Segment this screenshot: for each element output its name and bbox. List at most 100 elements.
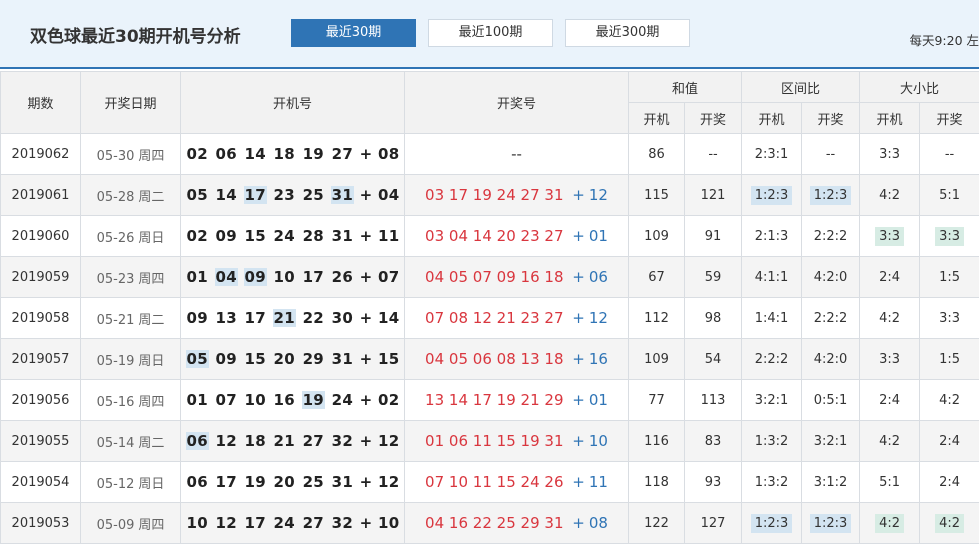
col-zone-draw: 开奖	[801, 102, 861, 134]
machine-red-ball: 09	[243, 268, 268, 286]
size-draw-value: 3:3	[935, 226, 964, 246]
results-table: 期数 开奖日期 开机号 开奖号 和值 区间比 大小比 开机 开奖 开机 开奖 开…	[0, 71, 979, 544]
draw-number-cell: 07 08 12 21 23 27 +12	[404, 297, 629, 339]
weekday: 周日	[138, 230, 165, 246]
zone-draw-cell: 2:2:2	[801, 215, 861, 257]
draw-red-ball: 26	[544, 473, 564, 491]
draw-red-ball: 25	[496, 514, 516, 532]
col-sum-machine: 开机	[628, 102, 685, 134]
draw-red-ball: 16	[520, 268, 540, 286]
draw-number-cell: --	[404, 133, 629, 175]
machine-red-ball: 21	[272, 309, 297, 327]
zone-machine-cell: 1:2:3	[741, 174, 803, 216]
machine-red-ball: 27	[331, 145, 354, 163]
zone-draw-cell: 0:5:1	[801, 379, 861, 421]
machine-red-ball: 15	[244, 350, 267, 368]
period-cell: 2019062	[0, 133, 81, 175]
zone-machine-value: 3:2:1	[754, 392, 789, 408]
machine-number-cell: 02 06 14 18 19 27 + 08	[180, 133, 405, 175]
page-header: 双色球最近30期开机号分析 最近30期 最近100期 最近300期 每天9:20…	[0, 0, 979, 69]
machine-red-ball: 24	[273, 227, 296, 245]
weekday: 周四	[138, 148, 165, 164]
machine-red-ball: 09	[186, 309, 208, 327]
machine-red-ball: 15	[244, 227, 267, 245]
draw-red-ball: 03	[425, 227, 445, 245]
size-draw-value: 2:4	[939, 433, 960, 449]
sum-machine-cell: 86	[628, 133, 685, 175]
date-cell: 05-21 周二	[80, 297, 181, 339]
draw-date: 05-19	[96, 353, 135, 369]
draw-red-ball: 06	[448, 432, 468, 450]
machine-blue-ball: 10	[378, 514, 400, 532]
date-cell: 05-09 周四	[80, 502, 181, 544]
machine-red-ball: 28	[302, 227, 325, 245]
date-cell: 05-30 周四	[80, 133, 181, 175]
size-machine-value: 4:2	[879, 433, 900, 449]
draw-date: 05-26	[96, 230, 135, 246]
size-machine-value: 4:2	[879, 187, 900, 203]
draw-blue-ball: 01	[588, 391, 608, 409]
draw-red-ball: 04	[425, 514, 445, 532]
sum-machine-cell: 116	[628, 420, 685, 462]
plus-sign: +	[359, 227, 373, 245]
tab-recent-30[interactable]: 最近30期	[291, 19, 416, 47]
machine-red-ball: 17	[215, 473, 237, 491]
date-cell: 05-16 周四	[80, 379, 181, 421]
draw-date: 05-12	[96, 476, 135, 492]
machine-red-ball: 17	[244, 309, 267, 327]
machine-blue-ball: 15	[378, 350, 400, 368]
machine-number-cell: 09 13 17 21 22 30 + 14	[180, 297, 405, 339]
plus-sign: +	[359, 473, 373, 491]
zone-draw-value: 4:2:0	[813, 269, 848, 285]
sum-draw-cell: 93	[683, 461, 743, 503]
plus-sign: +	[359, 350, 373, 368]
machine-blue-ball: 08	[378, 145, 400, 163]
zone-machine-value: 1:2:3	[750, 513, 793, 533]
draw-date: 05-14	[96, 435, 135, 451]
draw-red-ball: 29	[520, 514, 540, 532]
machine-red-ball: 16	[273, 391, 296, 409]
zone-draw-cell: 4:2:0	[801, 338, 861, 380]
sum-machine-cell: 118	[628, 461, 685, 503]
plus-sign: +	[572, 391, 585, 409]
draw-date: 05-30	[96, 148, 135, 164]
draw-number-cell: 13 14 17 19 21 29 +01	[404, 379, 629, 421]
sum-draw-cell: 113	[683, 379, 743, 421]
table-row: 2019054 05-12 周日 06 17 19 20 25 31 + 12 07 1…	[0, 461, 979, 503]
tab-recent-300[interactable]: 最近300期	[565, 19, 690, 47]
draw-red-ball: 11	[472, 473, 492, 491]
draw-red-ball: 27	[544, 309, 564, 327]
machine-red-ball: 10	[273, 268, 296, 286]
col-draw: 开奖号	[404, 71, 629, 134]
machine-red-ball: 24	[331, 391, 354, 409]
machine-red-ball: 17	[302, 268, 325, 286]
zone-machine-cell: 1:3:2	[741, 420, 803, 462]
plus-sign: +	[359, 309, 373, 327]
weekday: 周二	[138, 435, 165, 451]
sum-machine-cell: 115	[628, 174, 685, 216]
size-machine-value: 4:2	[879, 310, 900, 326]
machine-red-ball: 09	[215, 227, 237, 245]
size-machine-cell: 5:1	[859, 461, 921, 503]
draw-number-cell: 01 06 11 15 19 31 +10	[404, 420, 629, 462]
draw-red-ball: 15	[496, 432, 516, 450]
period-cell: 2019061	[0, 174, 81, 216]
sum-draw-cell: 83	[683, 420, 743, 462]
size-machine-value: 3:3	[879, 146, 900, 162]
size-draw-cell: 4:2	[919, 379, 979, 421]
size-machine-value: 2:4	[879, 269, 900, 285]
tab-recent-100[interactable]: 最近100期	[428, 19, 553, 47]
period-cell: 2019055	[0, 420, 81, 462]
zone-draw-value: --	[825, 146, 836, 162]
date-cell: 05-23 周四	[80, 256, 181, 298]
draw-number-cell: 04 16 22 25 29 31 +08	[404, 502, 629, 544]
machine-red-ball: 02	[186, 145, 208, 163]
draw-date: 05-16	[96, 394, 135, 410]
draw-red-ball: 07	[425, 473, 445, 491]
draw-red-ball: 20	[496, 227, 516, 245]
size-draw-cell: 1:5	[919, 256, 979, 298]
draw-red-ball: 13	[425, 391, 445, 409]
size-machine-cell: 3:3	[859, 215, 921, 257]
table-row: 2019057 05-19 周日 05 09 15 20 29 31 + 15 04 0…	[0, 338, 979, 380]
machine-red-ball: 14	[215, 186, 237, 204]
